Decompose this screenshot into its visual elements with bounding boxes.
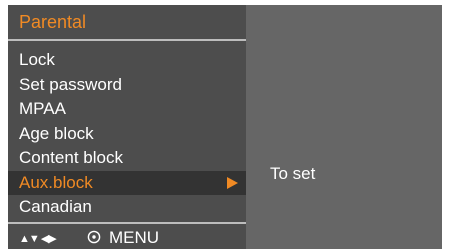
menu-item-label: Lock [19,50,55,69]
title-divider [8,39,246,41]
parental-menu-panel: Parental Lock Set password MPAA Age bloc… [8,5,246,249]
footer-divider [8,222,246,224]
arrow-right-icon [227,176,238,189]
menu-title: Parental [19,12,87,32]
menu-item-canadian[interactable]: Canadian [8,195,246,220]
menu-item-age-block[interactable]: Age block [8,122,246,147]
menu-item-label: Aux.block [19,172,93,192]
help-text: To set [270,164,316,183]
parental-menu-list: Lock Set password MPAA Age block Content… [8,48,246,220]
menu-item-label: MPAA [19,99,66,118]
menu-item-label: Content block [19,148,123,167]
menu-item-label: Canadian [19,197,92,216]
menu-item-label: Age block [19,123,94,143]
ok-circle-icon [87,230,101,244]
osd-screen: Parental Lock Set password MPAA Age bloc… [8,5,442,249]
menu-item-set-password[interactable]: Set password [8,73,246,98]
navigation-arrows-icon: ▲▼ ◀▶ [19,233,57,245]
menu-key-label: MENU [109,228,160,247]
menu-item-label: Set password [19,74,122,94]
menu-item-aux-block[interactable]: Aux.block [8,170,246,195]
menu-item-lock[interactable]: Lock [8,48,246,73]
menu-item-mpaa[interactable]: MPAA [8,97,246,122]
menu-item-content-block[interactable]: Content block [8,146,246,171]
footer-bar: ▲▼ ◀▶ MENU [8,228,246,249]
